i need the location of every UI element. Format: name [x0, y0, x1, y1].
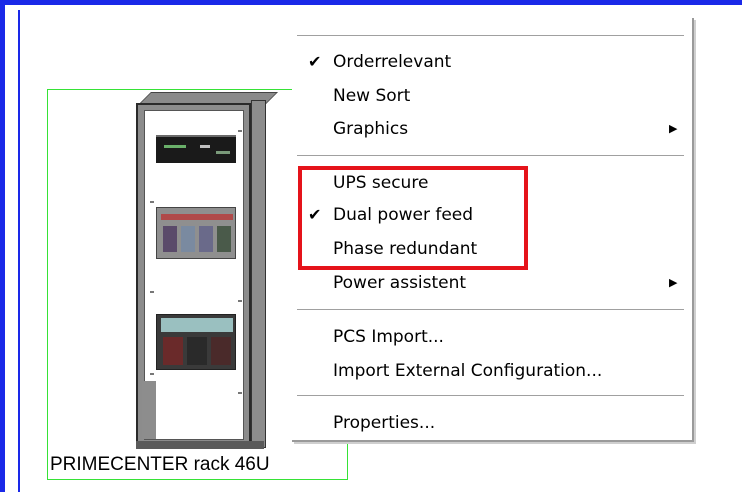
menu-separator: [297, 155, 684, 157]
rack-mount-tick: [150, 291, 154, 293]
rack-base-strip: [142, 381, 156, 439]
rack-foot: [136, 441, 264, 449]
checkmark-icon: ✔: [308, 52, 322, 71]
rack-mount-tick: [238, 300, 242, 302]
rack-unit-storage[interactable]: [156, 314, 236, 370]
menu-item-label: PCS Import...: [333, 327, 444, 347]
menu-item-label: Properties...: [333, 413, 436, 433]
menu-separator: [297, 35, 684, 37]
submenu-arrow-icon: ▶: [669, 276, 678, 289]
menu-item-properties[interactable]: Properties...: [292, 407, 692, 439]
menu-item-orderrelevant[interactable]: ✔ Orderrelevant: [292, 46, 692, 78]
frame-divider: [18, 10, 20, 492]
rack-unit-server-2[interactable]: [156, 207, 236, 259]
rack-side-panel: [251, 100, 266, 448]
menu-item-graphics[interactable]: Graphics ▶: [292, 113, 692, 145]
menu-item-power-assistent[interactable]: Power assistent ▶: [292, 267, 692, 299]
rack-mount-tick: [238, 130, 242, 132]
rack-mount-tick: [150, 373, 154, 375]
rack-mount-tick: [150, 201, 154, 203]
rack-unit-server-1[interactable]: [156, 135, 236, 163]
menu-item-import-external-configuration[interactable]: Import External Configuration...: [292, 355, 692, 387]
menu-item-pcs-import[interactable]: PCS Import...: [292, 321, 692, 353]
menu-item-label: New Sort: [333, 86, 411, 106]
menu-item-label: Graphics: [333, 119, 409, 139]
menu-item-new-sort[interactable]: New Sort: [292, 80, 692, 112]
menu-separator: [297, 309, 684, 311]
annotation-highlight-box: [298, 166, 528, 270]
submenu-arrow-icon: ▶: [669, 122, 678, 135]
menu-item-label: Import External Configuration...: [333, 361, 603, 381]
menu-item-label: Power assistent: [333, 273, 467, 293]
rack-label: PRIMECENTER rack 46U: [50, 454, 270, 475]
rack-mount-tick: [238, 392, 242, 394]
menu-separator: [297, 395, 684, 397]
menu-item-label: Orderrelevant: [333, 52, 452, 72]
